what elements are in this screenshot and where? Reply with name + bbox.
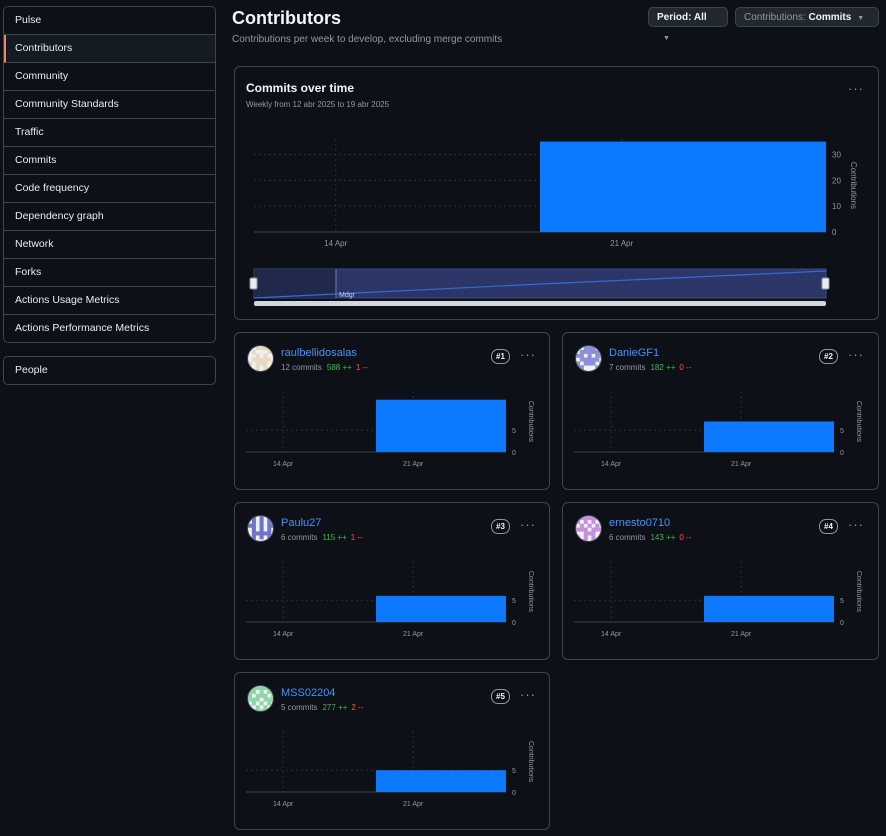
x-tick-label: 21 Apr	[403, 801, 424, 808]
y-tick-label: 5	[512, 598, 516, 605]
y-axis-label: Contributions	[527, 741, 534, 783]
x-tick-label: 14 Apr	[273, 801, 294, 808]
sidebar-people-group: People	[3, 356, 216, 385]
y-axis-label: Contributions	[855, 571, 862, 613]
bar	[540, 141, 826, 232]
y-tick-label: 20	[832, 176, 841, 185]
contributions-select-value: Commits	[808, 12, 852, 23]
overview-chart: 14 Apr 21 Apr 0 10 20 30 Contributions Mdgr	[249, 139, 858, 306]
period-select-label: Period: All	[657, 12, 707, 23]
range-scrollbar	[254, 301, 826, 306]
chevron-down-icon: ▼	[857, 15, 865, 22]
contributions-select-button[interactable]: Contributions: Commits ▼	[735, 7, 879, 27]
sidebar-item-contributors[interactable]: Contributors	[4, 35, 215, 63]
contributions-select-label: Contributions:	[744, 12, 806, 23]
y-tick-label: 5	[512, 768, 516, 775]
y-tick-label: 5	[840, 598, 844, 605]
y-tick-label: 0	[512, 450, 516, 457]
sidebar-item-community[interactable]: Community	[4, 63, 215, 91]
y-tick-label: 10	[832, 202, 841, 211]
y-tick-label: 5	[840, 428, 844, 435]
contributor-chart: 14 Apr 21 Apr 0 5 Contributions	[246, 731, 534, 808]
sidebar-item-code-frequency[interactable]: Code frequency	[4, 175, 215, 203]
x-tick-label: 14 Apr	[601, 631, 622, 638]
contributor-chart: 14 Apr 21 Apr 0 5 Contributions	[246, 391, 534, 468]
bar	[376, 595, 506, 622]
y-tick-label: 0	[840, 450, 844, 457]
y-axis-label: Contributions	[527, 571, 534, 613]
y-tick-label: 0	[512, 620, 516, 627]
contributor-card: DanieGF1 7 commits 182 ++ 0 -- #2 ··· 14 A…	[562, 332, 879, 490]
period-select-button[interactable]: Period: All ▼	[648, 7, 728, 42]
x-tick-label: 14 Apr	[273, 631, 294, 638]
y-axis-label: Contributions	[855, 401, 862, 443]
sidebar-item-dependency-graph[interactable]: Dependency graph	[4, 203, 215, 231]
x-tick-label: 21 Apr	[731, 461, 752, 468]
contributor-chart: 14 Apr 21 Apr 0 5 Contributions	[246, 561, 534, 638]
sidebar-item-traffic[interactable]: Traffic	[4, 119, 215, 147]
commits-over-time-card: Commits over time Weekly from 12 abr 202…	[234, 66, 879, 320]
sidebar-nav: Pulse Contributors Community Community S…	[3, 6, 216, 343]
sidebar-item-people[interactable]: People	[4, 357, 215, 384]
page-subtitle: Contributions per week to develop, exclu…	[232, 34, 503, 45]
y-tick-label: 0	[840, 620, 844, 627]
sidebar-item-forks[interactable]: Forks	[4, 259, 215, 287]
y-tick-label: 0	[832, 228, 837, 237]
bar	[704, 421, 834, 452]
contributor-card: Paulu27 6 commits 115 ++ 1 -- #3 ··· 14 Ap…	[234, 502, 550, 660]
page-title: Contributors	[232, 8, 341, 28]
sidebar-item-actions-usage-metrics[interactable]: Actions Usage Metrics	[4, 287, 215, 315]
contributor-chart: 14 Apr 21 Apr 0 5 Contributions	[574, 391, 862, 468]
chevron-down-icon: ▼	[663, 35, 670, 42]
contributor-card: raulbellidosalas 12 commits 588 ++ 1 -- #1…	[234, 332, 550, 490]
x-tick-label: 21 Apr	[610, 239, 633, 248]
y-axis-label: Contributions	[527, 401, 534, 443]
y-tick-label: 0	[512, 790, 516, 797]
range-handle-left	[249, 277, 258, 290]
bar	[376, 399, 506, 452]
contributor-card: MSS02204 5 commits 277 ++ 2 -- #5 ··· 14 A…	[234, 672, 550, 830]
sidebar-item-commits[interactable]: Commits	[4, 147, 215, 175]
contributor-card: ernesto0710 6 commits 143 ++ 0 -- #4 ··· 1…	[562, 502, 879, 660]
bar	[376, 770, 506, 792]
x-tick-label: 21 Apr	[403, 461, 424, 468]
range-brush-label: Mdgr	[339, 292, 356, 299]
y-tick-label: 30	[832, 151, 841, 160]
x-tick-label: 14 Apr	[324, 239, 347, 248]
y-axis-label: Contributions	[849, 162, 858, 209]
sidebar-item-network[interactable]: Network	[4, 231, 215, 259]
y-tick-label: 5	[512, 428, 516, 435]
x-tick-label: 14 Apr	[601, 461, 622, 468]
range-handle-right	[821, 277, 830, 290]
x-tick-label: 14 Apr	[273, 461, 294, 468]
range-brush-mask	[254, 269, 336, 298]
x-tick-label: 21 Apr	[731, 631, 752, 638]
sidebar-item-actions-performance-metrics[interactable]: Actions Performance Metrics	[4, 315, 215, 342]
bar	[704, 595, 834, 622]
x-tick-label: 21 Apr	[403, 631, 424, 638]
sidebar-item-pulse[interactable]: Pulse	[4, 7, 215, 35]
contributor-chart: 14 Apr 21 Apr 0 5 Contributions	[574, 561, 862, 638]
sidebar-item-community-standards[interactable]: Community Standards	[4, 91, 215, 119]
